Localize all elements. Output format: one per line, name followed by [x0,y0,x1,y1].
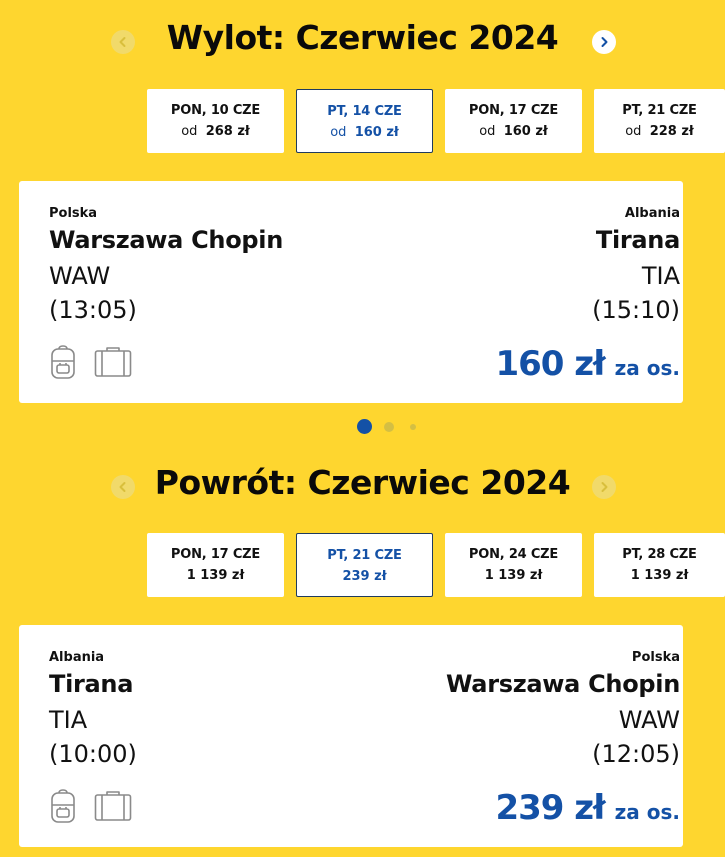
outbound-flight-card[interactable]: Polska Warszawa Chopin WAW (13:05) Alban… [19,181,683,403]
backpack-icon [51,345,75,379]
date-label: PON, 10 CZE [170,103,261,118]
return-date-option[interactable]: PON, 17 CZE 1 139 zł [147,533,284,597]
carousel-dot[interactable] [384,422,394,432]
outbound-date-option[interactable]: PT, 21 CZE od 228 zł [594,89,725,153]
origin-country: Polska [49,206,98,221]
outbound-date-option[interactable]: PON, 17 CZE od 160 zł [445,89,582,153]
suitcase-icon [94,347,132,377]
carousel-dot[interactable] [410,424,416,430]
outbound-date-option[interactable]: PON, 10 CZE od 268 zł [147,89,284,153]
return-date-option-selected[interactable]: PT, 21 CZE 239 zł [296,533,433,597]
outbound-next-month-button[interactable] [592,30,616,54]
destination-city: Tirana [595,226,680,254]
return-title: Powrót: Czerwiec 2024 [154,463,571,502]
price-per-person: za os. [614,356,680,380]
return-next-month-button[interactable] [592,475,616,499]
outbound-date-strip: PON, 10 CZE od 268 zł PT, 14 CZE od 160 … [0,89,725,157]
suitcase-icon [94,791,132,821]
origin-city: Warszawa Chopin [49,226,284,254]
date-label: PON, 17 CZE [468,103,559,118]
destination-code: TIA [641,262,680,290]
destination-city: Warszawa Chopin [445,670,680,698]
return-flight-card[interactable]: Albania Tirana TIA (10:00) Polska Warsza… [19,625,683,847]
arrival-time: (15:10) [592,296,680,324]
departure-time: (13:05) [49,296,137,324]
return-date-option[interactable]: PT, 28 CZE 1 139 zł [594,533,725,597]
return-date-option[interactable]: PON, 24 CZE 1 139 zł [445,533,582,597]
carousel-pagination [0,419,725,434]
date-price: od 160 zł [479,124,548,139]
date-price: od 160 zł [330,125,399,140]
date-label: PT, 21 CZE [327,548,402,563]
date-price: 1 139 zł [484,568,543,583]
date-label: PT, 14 CZE [327,104,402,119]
destination-code: WAW [618,706,680,734]
date-label: PON, 17 CZE [170,547,261,562]
price-per-person: za os. [614,800,680,824]
return-header: Powrót: Czerwiec 2024 [0,463,725,503]
origin-city: Tirana [49,670,134,698]
origin-code: WAW [49,262,111,290]
outbound-header: Wylot: Czerwiec 2024 [0,18,725,58]
date-price: 1 139 zł [186,568,245,583]
destination-country: Albania [624,206,680,221]
origin-country: Albania [49,650,105,665]
outbound-date-option-selected[interactable]: PT, 14 CZE od 160 zł [296,89,433,153]
flight-price: 239 zł za os. [495,788,680,828]
price-amount: 239 zł [495,788,605,828]
date-price: od 268 zł [181,124,250,139]
origin-code: TIA [49,706,88,734]
price-amount: 160 zł [495,344,605,384]
destination-country: Polska [631,650,680,665]
backpack-icon [51,789,75,823]
outbound-title: Wylot: Czerwiec 2024 [166,18,559,57]
carousel-dot-active[interactable] [357,419,372,434]
date-label: PT, 21 CZE [622,103,697,118]
chevron-right-icon [601,482,608,492]
arrival-time: (12:05) [592,740,680,768]
date-price: od 228 zł [625,124,694,139]
date-price: 1 139 zł [630,568,689,583]
flight-price: 160 zł za os. [495,344,680,384]
date-label: PON, 24 CZE [468,547,559,562]
return-date-strip: PON, 17 CZE 1 139 zł PT, 21 CZE 239 zł P… [0,533,725,601]
departure-time: (10:00) [49,740,137,768]
date-price: 239 zł [342,569,387,584]
chevron-right-icon [601,37,608,47]
date-label: PT, 28 CZE [622,547,697,562]
